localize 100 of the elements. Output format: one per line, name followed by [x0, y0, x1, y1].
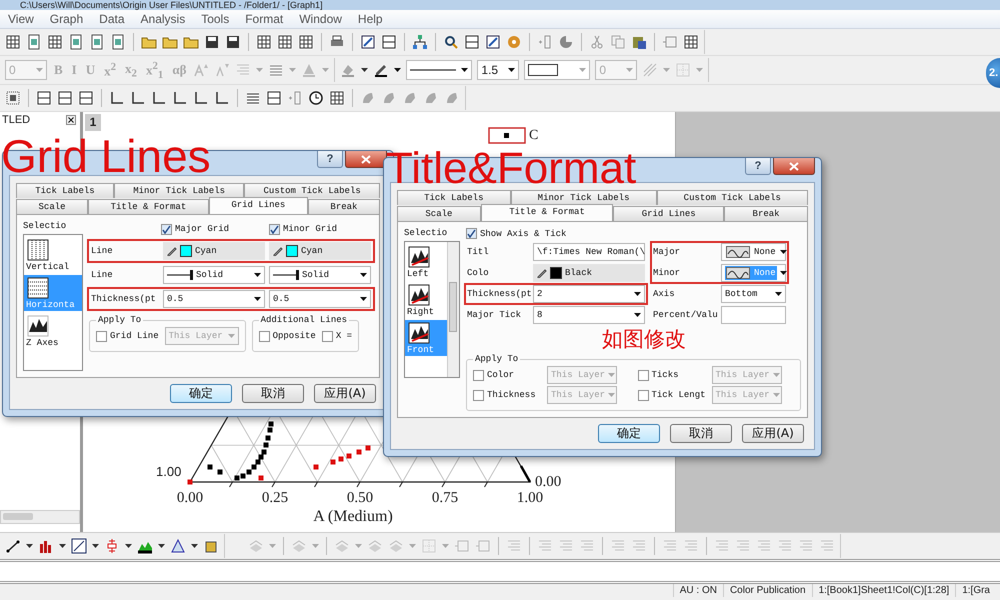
blob-icon[interactable] — [360, 90, 376, 106]
scatter-plot-icon[interactable] — [71, 538, 87, 554]
checkbox[interactable] — [473, 390, 484, 400]
document-icon[interactable] — [26, 34, 42, 50]
window-icon[interactable] — [381, 34, 397, 50]
blob-icon[interactable] — [381, 90, 397, 106]
help-button[interactable]: ? — [317, 151, 343, 168]
tab[interactable]: Custom Tick Labels — [656, 190, 808, 205]
menu-item[interactable]: Window — [299, 12, 342, 26]
axes-icon[interactable] — [172, 90, 188, 106]
axes-icon[interactable] — [151, 90, 167, 106]
bar-chart-icon[interactable] — [38, 538, 54, 554]
tab[interactable]: Tick Labels — [16, 183, 114, 198]
pencil-icon[interactable] — [360, 34, 376, 50]
window-icon[interactable] — [36, 90, 52, 106]
window-icon[interactable] — [78, 90, 94, 106]
line-style-dropdown[interactable]: Solid — [269, 266, 371, 284]
magnifier-icon[interactable] — [443, 34, 459, 50]
spreadsheet-icon[interactable] — [329, 90, 345, 106]
line-width-dropdown[interactable]: 1.5 — [477, 60, 520, 80]
dialog-button[interactable]: 确定 — [170, 384, 232, 403]
color-dropdown[interactable]: Cyan — [163, 242, 265, 260]
frame-icon[interactable] — [662, 34, 678, 50]
pattern-dropdown[interactable]: None — [721, 243, 786, 261]
text-field[interactable]: \f:Times New Roman(\ — [533, 243, 645, 261]
checkbox[interactable] — [258, 330, 270, 342]
tab[interactable]: Title & Format — [88, 199, 209, 214]
checkbox[interactable] — [96, 330, 107, 342]
document-icon[interactable] — [89, 34, 105, 50]
list-item[interactable]: Z Axes — [24, 313, 82, 349]
tab[interactable]: Break — [724, 206, 808, 221]
tab[interactable]: Scale — [16, 199, 88, 214]
tab[interactable]: Break — [308, 199, 380, 214]
caret-icon[interactable] — [158, 544, 165, 548]
dropdown[interactable]: 0.5 — [269, 290, 371, 308]
caret-icon[interactable] — [191, 544, 198, 548]
layers-icon[interactable] — [388, 538, 404, 554]
scrollbar[interactable] — [447, 242, 459, 377]
axes-icon[interactable] — [214, 90, 230, 106]
dropdown[interactable]: Bottom — [721, 285, 786, 303]
spreadsheet-icon[interactable] — [47, 34, 63, 50]
menu-item[interactable]: Graph — [50, 12, 84, 26]
dialog-button[interactable]: 确定 — [598, 424, 660, 443]
blob-icon[interactable] — [423, 90, 439, 106]
close-icon[interactable] — [66, 115, 76, 125]
list-item[interactable]: Vertical — [24, 237, 82, 273]
text-field[interactable] — [721, 306, 786, 324]
menu-item[interactable]: Tools — [201, 12, 230, 26]
blob-icon[interactable] — [402, 90, 418, 106]
pencil-icon[interactable] — [485, 34, 501, 50]
spreadsheet-icon[interactable] — [5, 34, 21, 50]
caret-icon[interactable] — [26, 544, 33, 548]
dialog-button[interactable]: 取消 — [242, 384, 304, 403]
frame-icon[interactable] — [475, 538, 491, 554]
border-style-dropdown[interactable] — [524, 60, 590, 80]
checkbox[interactable] — [466, 228, 477, 239]
pie-icon[interactable] — [558, 34, 574, 50]
clock-icon[interactable] — [308, 90, 324, 106]
project-item[interactable]: TLED — [2, 114, 30, 126]
tab[interactable]: Minor Tick Labels — [510, 190, 657, 205]
spreadsheet-icon[interactable] — [256, 34, 272, 50]
dropdown[interactable]: 2 — [533, 285, 645, 303]
axes-icon[interactable] — [109, 90, 125, 106]
grid-icon[interactable] — [5, 90, 21, 106]
tab[interactable]: Grid Lines — [613, 206, 724, 221]
menu-item[interactable]: Format — [245, 12, 284, 26]
tab[interactable]: Title & Format — [480, 204, 614, 221]
document-icon[interactable] — [68, 34, 84, 50]
checkbox[interactable] — [473, 370, 484, 380]
axes-icon[interactable] — [193, 90, 209, 106]
dialog-button[interactable]: 取消 — [670, 424, 732, 443]
dropdown[interactable]: 0.5 — [163, 290, 265, 308]
layer-tab[interactable]: 1 — [85, 114, 101, 131]
dropdown[interactable]: 8 — [533, 306, 645, 324]
caret-icon[interactable] — [361, 68, 368, 72]
layers-icon[interactable] — [334, 538, 350, 554]
tab[interactable]: Custom Tick Labels — [244, 183, 380, 198]
checkbox[interactable] — [161, 224, 172, 234]
line-style-dropdown[interactable]: Solid — [163, 266, 265, 284]
color-dropdown[interactable]: Cyan — [269, 242, 371, 260]
dialog-button[interactable]: 应用(A) — [314, 384, 376, 403]
tab[interactable]: Grid Lines — [208, 197, 308, 214]
caret-icon[interactable] — [92, 544, 99, 548]
blob-icon[interactable] — [444, 90, 460, 106]
copy-icon[interactable] — [610, 34, 626, 50]
menu-item[interactable]: Analysis — [140, 12, 186, 26]
menu-item[interactable]: View — [8, 12, 34, 26]
checkbox[interactable] — [638, 390, 648, 400]
caret-icon[interactable] — [394, 68, 402, 72]
close-button[interactable] — [773, 158, 815, 175]
menu-item[interactable]: Data — [99, 12, 125, 26]
line-style-dropdown[interactable] — [406, 60, 472, 80]
hierarchy-icon[interactable] — [412, 34, 428, 50]
fill-icon[interactable] — [340, 62, 356, 78]
axes-icon[interactable] — [130, 90, 146, 106]
tab[interactable]: Minor Tick Labels — [114, 183, 244, 198]
list-item[interactable]: Right — [405, 282, 447, 318]
checkbox[interactable] — [269, 224, 280, 234]
spreadsheet-icon[interactable] — [683, 34, 699, 50]
text-color-icon[interactable] — [301, 62, 318, 78]
